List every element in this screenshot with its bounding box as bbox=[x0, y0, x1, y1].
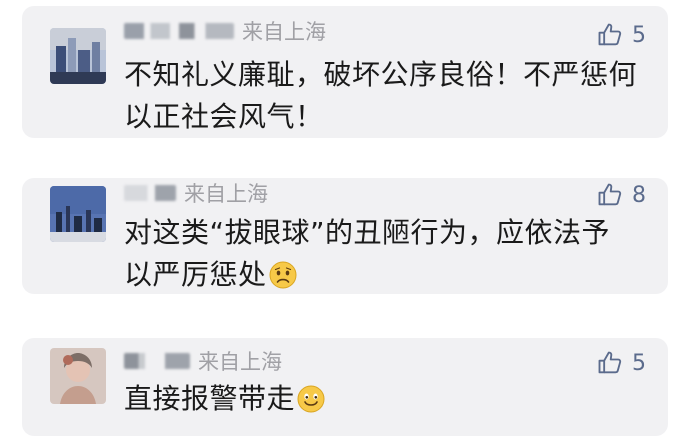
location-label: 来自上海 bbox=[242, 20, 326, 44]
like-button[interactable]: 5 bbox=[596, 20, 646, 50]
blurred-username bbox=[124, 23, 234, 39]
comment-meta: 来自上海 bbox=[124, 346, 282, 376]
comment-text-wrap: 对这类“拔眼球”的丑陋行为，应依法予以严厉惩处 bbox=[124, 212, 638, 296]
sad-face-icon bbox=[269, 261, 297, 289]
blurred-username bbox=[124, 353, 190, 369]
comment-meta: 来自上海 bbox=[124, 178, 268, 208]
like-count: 5 bbox=[632, 350, 646, 376]
comment-card: 来自上海 8 对这类“拔眼球”的丑陋行为，应依法予以严厉惩处 bbox=[22, 178, 668, 294]
avatar[interactable] bbox=[50, 348, 106, 404]
blurred-username bbox=[124, 185, 176, 201]
comment-text-wrap: 直接报警带走 bbox=[124, 378, 638, 420]
comment-text: 不知礼义廉耻，破坏公序良俗！不严惩何以正社会风气！ bbox=[124, 58, 638, 133]
comment-card: 来自上海 5 直接报警带走 bbox=[22, 338, 668, 436]
comment-text: 直接报警带走 bbox=[124, 382, 296, 415]
comment-card: 来自上海 5 不知礼义廉耻，破坏公序良俗！不严惩何以正社会风气！ bbox=[22, 6, 668, 138]
thumbs-up-icon bbox=[598, 351, 622, 374]
like-button[interactable]: 5 bbox=[596, 348, 646, 378]
comment-text: 对这类“拔眼球”的丑陋行为，应依法予以严厉惩处 bbox=[124, 216, 611, 291]
like-count: 8 bbox=[632, 182, 646, 208]
smile-face-icon bbox=[297, 385, 325, 413]
like-button[interactable]: 8 bbox=[596, 180, 646, 210]
avatar[interactable] bbox=[50, 186, 106, 242]
thumbs-up-icon bbox=[598, 183, 622, 206]
comment-meta: 来自上海 bbox=[124, 16, 326, 46]
location-label: 来自上海 bbox=[184, 182, 268, 206]
thumbs-up-icon bbox=[598, 23, 622, 46]
like-count: 5 bbox=[632, 22, 646, 48]
avatar[interactable] bbox=[50, 28, 106, 84]
location-label: 来自上海 bbox=[198, 350, 282, 374]
